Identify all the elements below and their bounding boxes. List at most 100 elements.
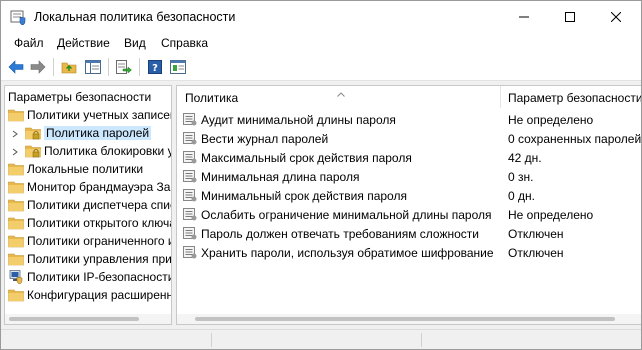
tree-item-label: Политики IP-безопасности xyxy=(27,270,172,284)
sort-ascending-icon xyxy=(337,86,345,100)
policy-name: Минимальный срок действия пароля xyxy=(201,189,407,203)
list-item[interactable]: Хранить пароли, используя обратимое шифр… xyxy=(177,243,641,262)
toolbar-separator xyxy=(53,58,54,76)
folder-lock-icon xyxy=(25,127,41,140)
folder-icon xyxy=(8,289,24,302)
list-item[interactable]: Аудит минимальной длины пароля Не опреде… xyxy=(177,110,641,129)
tree-item-label: Монитор брандмауэра Защитника Windows xyxy=(27,180,171,194)
export-list-button[interactable] xyxy=(114,58,134,76)
maximize-button[interactable] xyxy=(547,1,593,33)
policy-setting-icon xyxy=(183,208,197,221)
tree-item-advanced-audit[interactable]: Конфигурация расширенной политики аудита xyxy=(8,286,171,304)
svg-text:?: ? xyxy=(152,63,158,74)
tree-pane[interactable]: Параметры безопасности Политики учетных … xyxy=(4,85,172,325)
folder-icon xyxy=(8,217,24,230)
policy-name: Максимальный срок действия пароля xyxy=(201,151,412,165)
list-item[interactable]: Пароль должен отвечать требованиям сложн… xyxy=(177,224,641,243)
status-cell xyxy=(211,333,212,347)
tree-horizontal-scrollbar[interactable] xyxy=(5,314,171,324)
tree-item-password-policy[interactable]: Политика паролей xyxy=(25,124,152,142)
tree-item-label: Локальные политики xyxy=(27,162,144,176)
show-hide-tree-button[interactable] xyxy=(83,58,103,76)
tree-item-account-policies[interactable]: Политики учетных записей xyxy=(8,106,171,124)
scrollbar-thumb[interactable] xyxy=(9,317,139,321)
status-cell xyxy=(421,333,422,347)
menu-help[interactable]: Справка xyxy=(161,36,208,50)
forward-icon xyxy=(30,60,46,74)
tree-item-firewall-monitor[interactable]: Монитор брандмауэра Защитника Windows xyxy=(8,178,171,196)
column-header-policy[interactable]: Политика xyxy=(185,91,238,105)
tree-root-label: Параметры безопасности xyxy=(8,90,152,104)
tree-item-label: Политики ограниченного использования про… xyxy=(27,234,171,248)
menu-view[interactable]: Вид xyxy=(124,36,146,50)
list-item[interactable]: Максимальный срок действия пароля 42 дн. xyxy=(177,148,641,167)
list-item[interactable]: Ослабить ограничение минимальной длины п… xyxy=(177,205,641,224)
shield-policy-icon xyxy=(10,9,26,26)
close-icon xyxy=(611,12,621,22)
folder-icon xyxy=(8,199,24,212)
policy-list-pane[interactable]: Политика Параметр безопасности Аудит мин… xyxy=(176,85,642,325)
export-list-icon xyxy=(116,60,132,74)
help-icon: ? xyxy=(148,60,162,74)
window-title: Локальная политика безопасности xyxy=(34,10,236,24)
policy-setting-icon xyxy=(183,170,197,183)
toolbar: ? xyxy=(1,53,641,81)
tree-item-network-list-policies[interactable]: Политики диспетчера списков сетей xyxy=(8,196,171,214)
back-icon xyxy=(8,60,24,74)
chevron-right-icon[interactable] xyxy=(10,129,20,139)
folder-icon xyxy=(8,163,24,176)
properties-button[interactable] xyxy=(168,58,188,76)
tree-item-software-restriction[interactable]: Политики ограниченного использования про… xyxy=(8,232,171,250)
chevron-right-icon[interactable] xyxy=(10,147,20,157)
tree-item-public-key-policies[interactable]: Политики открытого ключа xyxy=(8,214,171,232)
policy-value: 0 зн. xyxy=(508,170,534,184)
policy-setting-icon xyxy=(183,189,197,202)
policy-value: 0 сохраненных паролей xyxy=(508,132,642,146)
policy-value: Отключен xyxy=(508,227,564,241)
policy-value: 0 дн. xyxy=(508,189,535,203)
policy-name: Аудит минимальной длины пароля xyxy=(201,113,396,127)
tree-item-label: Политика паролей xyxy=(44,126,152,140)
toolbar-separator xyxy=(108,58,109,76)
minimize-button[interactable] xyxy=(501,1,547,33)
list-header: Политика Параметр безопасности xyxy=(177,86,641,108)
tree-item-lockout-policy[interactable]: Политика блокировки учетной записи xyxy=(25,142,171,160)
list-horizontal-scrollbar[interactable] xyxy=(177,314,641,324)
policy-value: Не определено xyxy=(508,208,594,222)
tree-item-label: Политики диспетчера списков сетей xyxy=(27,198,171,212)
list-item[interactable]: Вести журнал паролей 0 сохраненных парол… xyxy=(177,129,642,148)
title-bar[interactable]: Локальная политика безопасности xyxy=(1,1,641,33)
up-folder-button[interactable] xyxy=(59,58,79,76)
tree-item-app-control[interactable]: Политики управления приложениями xyxy=(8,250,172,268)
column-divider[interactable] xyxy=(500,86,501,108)
policy-value: Не определено xyxy=(508,113,594,127)
toolbar-separator xyxy=(139,58,140,76)
minimize-icon xyxy=(519,16,529,18)
menu-action[interactable]: Действие xyxy=(57,36,110,50)
list-item[interactable]: Минимальный срок действия пароля 0 дн. xyxy=(177,186,641,205)
tree-item-local-policies[interactable]: Локальные политики xyxy=(8,160,143,178)
app-window: Локальная политика безопасности Файл Дей… xyxy=(0,0,642,350)
folder-lock-icon xyxy=(25,145,41,158)
tree-root[interactable]: Параметры безопасности xyxy=(8,88,151,106)
close-button[interactable] xyxy=(593,1,639,33)
scrollbar-thumb[interactable] xyxy=(195,317,615,321)
folder-icon xyxy=(8,109,24,122)
column-header-security-setting[interactable]: Параметр безопасности xyxy=(508,91,641,105)
policy-setting-icon xyxy=(183,151,197,164)
policy-setting-icon xyxy=(183,227,197,240)
tree-item-ip-security[interactable]: Политики IP-безопасности xyxy=(8,268,172,286)
status-bar xyxy=(1,329,641,349)
forward-button[interactable] xyxy=(28,58,48,76)
policy-setting-icon xyxy=(183,113,197,126)
back-button[interactable] xyxy=(6,58,26,76)
policy-name: Ослабить ограничение минимальной длины п… xyxy=(201,208,492,222)
policy-name: Вести журнал паролей xyxy=(201,132,329,146)
tree-item-label: Политики управления приложениями xyxy=(27,252,172,266)
list-item[interactable]: Минимальная длина пароля 0 зн. xyxy=(177,167,641,186)
menu-file[interactable]: Файл xyxy=(14,36,44,50)
properties-icon xyxy=(170,60,186,74)
help-button[interactable]: ? xyxy=(145,58,165,76)
policy-setting-icon xyxy=(183,246,197,259)
tree-item-label: Конфигурация расширенной политики аудита xyxy=(27,288,171,302)
